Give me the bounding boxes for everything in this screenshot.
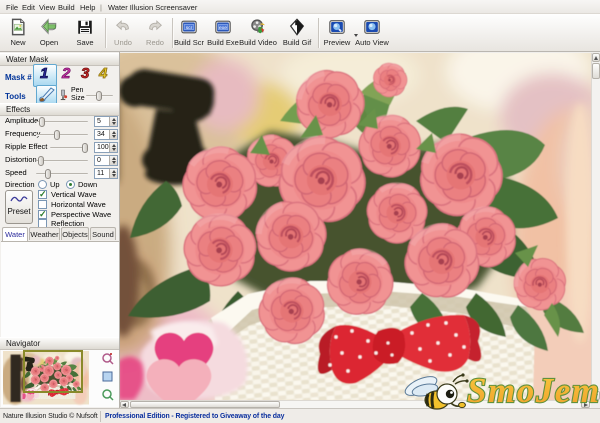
svg-text:exe: exe xyxy=(219,26,227,31)
svg-text:SmoJem: SmoJem xyxy=(467,371,600,410)
svg-text:scr: scr xyxy=(186,25,193,31)
